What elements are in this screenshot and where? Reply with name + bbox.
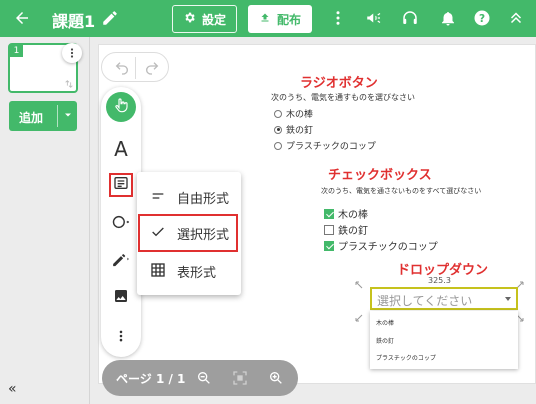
tool-bar: A [101, 87, 141, 357]
fit-screen-icon[interactable] [230, 368, 250, 388]
short-text-icon [149, 187, 167, 205]
radio-option-label: 木の棒 [286, 110, 314, 120]
resize-handle-icon[interactable] [355, 281, 363, 289]
top-bar: 課題1 設定 配布 ? [0, 0, 536, 37]
menu-item-label: 表形式 [177, 266, 217, 281]
publish-label: 配布 [276, 12, 301, 27]
slide-panel: 1 追加 « [0, 37, 90, 404]
circle-shape-icon [111, 213, 131, 235]
radio-option[interactable]: 木の棒 [274, 107, 313, 120]
page-navigation-bar: ページ 1 / 1 [102, 360, 298, 396]
checkbox-heading: チェックボックス [328, 168, 432, 183]
slide-menu-icon[interactable] [62, 43, 82, 63]
radio-option-label: プラスチックのコップ [286, 142, 376, 152]
add-label: 追加 [19, 111, 44, 125]
help-icon[interactable]: ? [470, 6, 494, 30]
resize-handle-icon[interactable] [355, 314, 363, 322]
redo-icon[interactable] [142, 58, 162, 78]
radio-heading: ラジオボタン [300, 76, 378, 91]
megaphone-icon[interactable] [362, 6, 386, 30]
pencil-icon [111, 250, 131, 272]
dropdown-select[interactable]: 選択してください [370, 287, 518, 310]
menu-item-table[interactable]: 表形式 [137, 252, 241, 288]
checkbox-option[interactable]: 木の棒 [324, 206, 368, 221]
pen-tool[interactable] [108, 248, 134, 274]
zoom-in-icon[interactable] [266, 368, 286, 388]
dropdown-caret-icon [505, 297, 511, 301]
dropdown-option[interactable]: プラスチックのコップ [376, 353, 436, 362]
add-dropdown-icon[interactable] [62, 109, 74, 124]
table-icon [149, 261, 167, 279]
image-icon [113, 288, 129, 308]
checkbox-option[interactable]: プラスチックのコップ [324, 238, 438, 253]
checkbox[interactable] [324, 224, 334, 235]
radio-button[interactable] [274, 141, 282, 150]
shape-tool[interactable] [108, 211, 134, 237]
undo-icon[interactable] [112, 58, 132, 78]
headset-icon[interactable] [398, 6, 422, 30]
bell-icon[interactable] [436, 6, 460, 30]
settings-label: 設定 [201, 12, 226, 27]
checkbox-checked[interactable] [324, 240, 334, 251]
svg-text:?: ? [479, 13, 485, 25]
slide-number: 1 [10, 45, 23, 57]
text-tool[interactable]: A [108, 136, 134, 162]
settings-button[interactable]: 設定 [172, 5, 237, 33]
image-tool[interactable] [108, 285, 134, 311]
publish-button[interactable]: 配布 [248, 5, 312, 33]
width-readout: 325.3 [428, 276, 451, 285]
radio-option[interactable]: 鉄の釘 [274, 123, 313, 136]
collapse-panel-button[interactable]: « [8, 381, 17, 397]
add-divider [57, 105, 58, 127]
more-vert-icon[interactable] [326, 6, 350, 30]
dropdown-placeholder: 選択してください [377, 294, 473, 308]
checkbox-option-label: プラスチックのコップ [338, 242, 438, 253]
add-slide-button[interactable]: 追加 [9, 101, 77, 131]
radio-button-selected[interactable] [274, 125, 282, 134]
hand-pointer-icon [113, 97, 129, 117]
back-arrow-icon[interactable] [10, 6, 34, 30]
menu-item-label: 自由形式 [177, 192, 230, 207]
radio-option[interactable]: プラスチックのコップ [274, 139, 376, 152]
swap-vert-icon [64, 75, 74, 94]
menu-item-free-form[interactable]: 自由形式 [137, 178, 241, 214]
radio-button[interactable] [274, 109, 282, 118]
form-icon [113, 175, 129, 195]
page-indicator: ページ 1 / 1 [116, 372, 186, 386]
edit-title-icon[interactable] [98, 6, 122, 30]
zoom-out-icon[interactable] [194, 368, 214, 388]
upload-icon [259, 11, 271, 27]
more-tools-icon[interactable] [108, 323, 134, 349]
gear-icon [183, 11, 196, 27]
menu-highlight-box [138, 214, 238, 252]
question-tool[interactable] [109, 173, 133, 197]
dropdown-option[interactable]: 木の棒 [376, 318, 394, 327]
radio-option-label: 鉄の釘 [286, 126, 314, 136]
page-title: 課題1 [52, 12, 96, 31]
slide-thumbnail[interactable]: 1 [8, 43, 82, 94]
checkbox-option-label: 鉄の釘 [338, 226, 368, 237]
checkbox-option-label: 木の棒 [338, 210, 368, 221]
dropdown-option[interactable]: 鉄の釘 [376, 336, 394, 345]
checkbox-checked[interactable] [324, 208, 334, 219]
pointer-tool[interactable] [106, 92, 136, 122]
dropdown-options-list: 木の棒 鉄の釘 プラスチックのコップ [370, 311, 518, 369]
undo-divider [135, 57, 136, 79]
collapse-up-icon[interactable] [504, 6, 528, 30]
radio-instruction: 次のうち、電気を通すものを選びなさい [271, 93, 415, 102]
checkbox-option[interactable]: 鉄の釘 [324, 222, 368, 237]
undo-redo-group [101, 52, 169, 82]
checkbox-instruction: 次のうち、電気を通さないものをすべて選びなさい [321, 187, 482, 195]
